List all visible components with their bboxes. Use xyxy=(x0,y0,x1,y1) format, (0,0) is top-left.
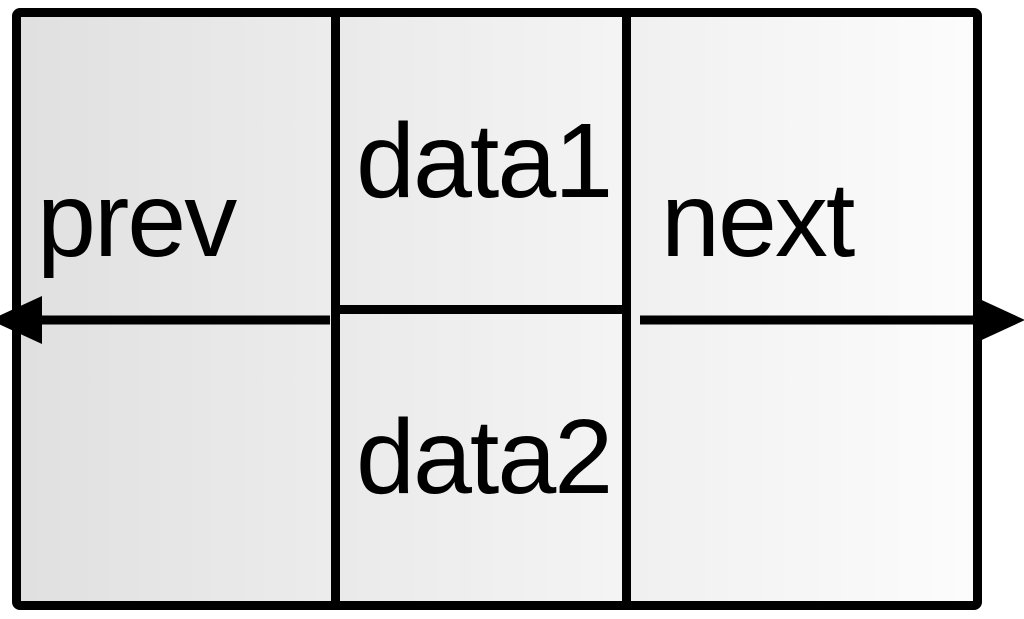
prev-label: prev xyxy=(37,167,235,273)
next-pointer-cell: next xyxy=(631,17,973,601)
data-cells: data1 data2 xyxy=(331,17,631,601)
data1-cell: data1 xyxy=(340,17,622,305)
doubly-linked-node: prev data1 data2 next xyxy=(12,8,982,610)
data-divider xyxy=(340,305,622,314)
data2-label: data2 xyxy=(356,404,611,510)
next-label: next xyxy=(661,167,853,273)
prev-pointer-cell: prev xyxy=(21,17,331,601)
data2-cell: data2 xyxy=(340,314,622,602)
data1-label: data1 xyxy=(356,108,611,214)
